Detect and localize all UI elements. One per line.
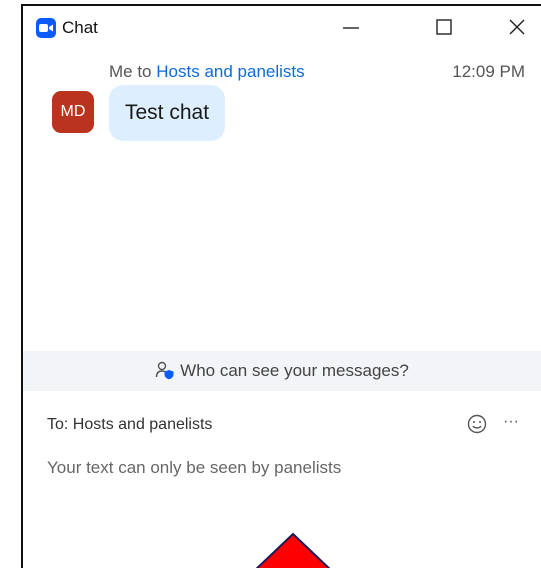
window-border-left — [21, 4, 23, 568]
message-recipient-link[interactable]: Hosts and panelists — [156, 62, 304, 81]
message-header: Me to Hosts and panelists — [109, 61, 305, 83]
chat-window: Chat Me to Hosts and panelists 12:09 PM … — [0, 0, 541, 568]
maximize-button[interactable] — [421, 6, 467, 48]
emoji-button[interactable] — [466, 413, 488, 435]
privacy-banner-content: Who can see your messages? — [23, 351, 541, 391]
minimize-icon — [343, 27, 359, 29]
message-input[interactable] — [47, 456, 517, 480]
triangle-marker — [255, 532, 331, 568]
window-title: Chat — [62, 18, 98, 37]
minimize-button[interactable] — [328, 6, 374, 48]
avatar[interactable]: MD — [52, 91, 94, 133]
privacy-banner[interactable]: Who can see your messages? — [23, 351, 541, 391]
privacy-banner-text: Who can see your messages? — [180, 361, 409, 380]
to-value[interactable]: Hosts and panelists — [73, 416, 213, 433]
title-bar[interactable]: Chat — [23, 6, 541, 48]
zoom-chat-icon — [36, 18, 56, 38]
message-timestamp: 12:09 PM — [452, 62, 525, 81]
message-bubble[interactable]: Test chat — [109, 85, 226, 141]
emoji-icon — [467, 414, 487, 434]
maximize-icon — [436, 19, 452, 35]
people-shield-icon — [155, 361, 174, 380]
recipient-selector[interactable]: To: Hosts and panelists — [47, 414, 212, 436]
message-sender: Me to — [109, 62, 152, 81]
close-icon — [509, 19, 525, 35]
more-icon[interactable]: ··· — [500, 413, 522, 435]
close-button[interactable] — [494, 6, 540, 48]
to-label: To: — [47, 416, 69, 433]
